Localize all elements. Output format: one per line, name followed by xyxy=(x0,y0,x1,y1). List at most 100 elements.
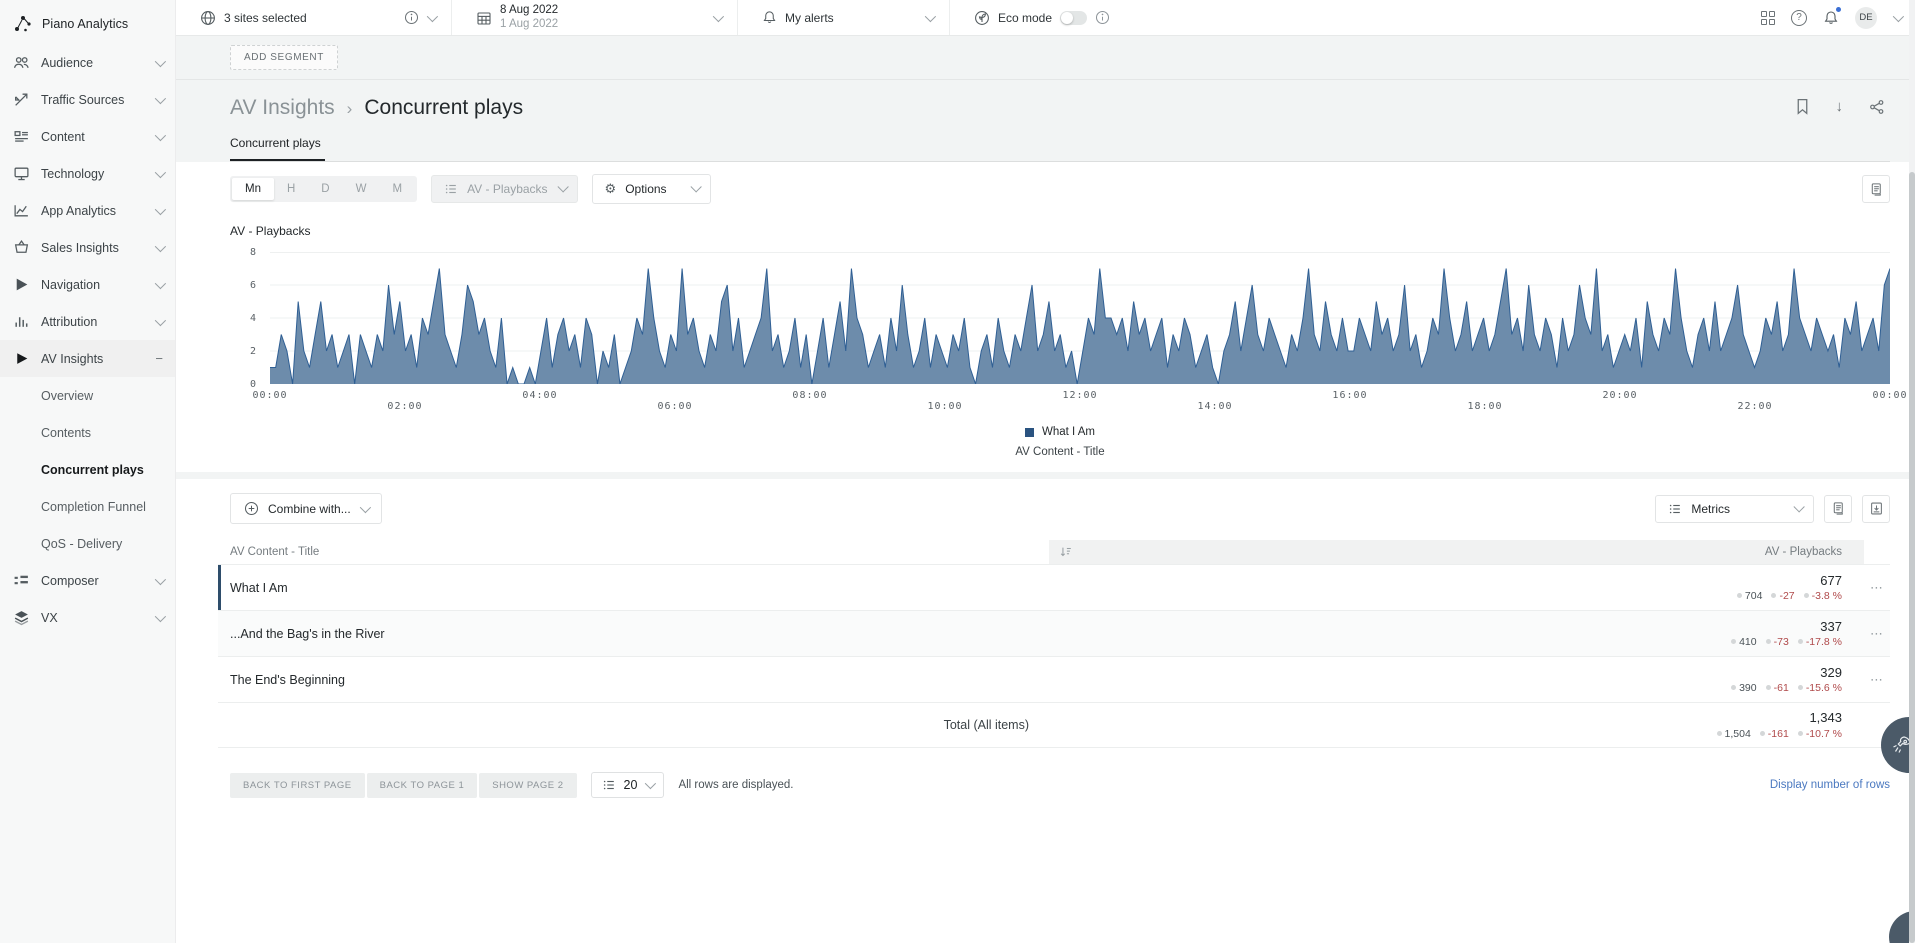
x-tick-label: 16:00 xyxy=(1332,390,1367,401)
area-chart-svg xyxy=(270,252,1890,384)
y-tick-label: 8 xyxy=(250,247,256,258)
notifications-bell[interactable] xyxy=(1823,10,1839,26)
metrics-dropdown[interactable]: Metrics xyxy=(1655,495,1814,523)
eco-mode-label: Eco mode xyxy=(998,11,1052,25)
display-number-of-rows-link[interactable]: Display number of rows xyxy=(1770,779,1890,791)
diff-value: -27 xyxy=(1779,590,1794,602)
traffic-sources-icon xyxy=(13,91,30,108)
bookmark-icon[interactable] xyxy=(1795,98,1810,115)
sidebar-item-attribution[interactable]: Attribution xyxy=(0,303,175,340)
table-report-button[interactable] xyxy=(1824,495,1852,523)
row-title[interactable]: What I Am xyxy=(218,581,1049,595)
x-tick-label: 04:00 xyxy=(522,390,557,401)
chevron-down-icon xyxy=(155,240,166,251)
chart-metric-dropdown[interactable]: AV - Playbacks xyxy=(431,175,577,203)
diff-value: -161 xyxy=(1768,728,1789,740)
sidebar-item-technology[interactable]: Technology xyxy=(0,155,175,192)
apps-grid-icon[interactable] xyxy=(1761,11,1775,25)
my-alerts-selector[interactable]: My alerts xyxy=(738,0,950,35)
show-page-2-button[interactable]: SHOW PAGE 2 xyxy=(479,773,576,798)
column-header-title[interactable]: AV Content - Title xyxy=(218,546,1049,558)
sort-desc-icon[interactable] xyxy=(1059,545,1073,559)
chevron-down-icon[interactable] xyxy=(713,10,724,21)
metric-value: 337 xyxy=(1049,619,1842,636)
sidebar-item-composer[interactable]: Composer xyxy=(0,562,175,599)
chevron-down-icon[interactable] xyxy=(427,10,438,21)
granularity-w[interactable]: W xyxy=(343,178,380,200)
options-dropdown[interactable]: ⚙ Options xyxy=(592,174,711,204)
add-segment-button[interactable]: ADD SEGMENT xyxy=(230,45,338,70)
table-export-button[interactable] xyxy=(1862,495,1890,523)
sidebar-item-completion-funnel[interactable]: Completion Funnel xyxy=(0,488,175,525)
row-options-icon[interactable]: ⋯ xyxy=(1864,626,1890,642)
sidebar-sub-label: Overview xyxy=(41,389,93,403)
row-title[interactable]: ...And the Bag's in the River xyxy=(218,627,1049,641)
combine-with-dropdown[interactable]: Combine with... xyxy=(230,493,382,524)
sites-selected-label: 3 sites selected xyxy=(224,11,307,25)
eco-leaf-icon xyxy=(974,10,990,26)
eco-mode-toggle[interactable] xyxy=(1060,11,1087,25)
sidebar-item-app-analytics[interactable]: App Analytics xyxy=(0,192,175,229)
chart-area[interactable] xyxy=(270,252,1890,384)
sidebar-item-audience[interactable]: Audience xyxy=(0,44,175,81)
rows-per-page-value: 20 xyxy=(624,778,638,792)
row-options-icon[interactable]: ⋯ xyxy=(1864,580,1890,596)
table-row[interactable]: What I Am 677 704-27-3.8 % ⋯ xyxy=(218,564,1890,610)
sidebar-item-overview[interactable]: Overview xyxy=(0,377,175,414)
chart-x-axis: 00:0002:0004:0006:0008:0010:0012:0014:00… xyxy=(270,384,1890,416)
chart-plot: 02468 xyxy=(230,252,1890,384)
page-title: Concurrent plays xyxy=(364,96,523,120)
download-icon[interactable]: ↓ xyxy=(1836,98,1844,115)
help-icon[interactable]: ? xyxy=(1791,10,1807,26)
sidebar-item-traffic-sources[interactable]: Traffic Sources xyxy=(0,81,175,118)
logo[interactable]: Piano Analytics xyxy=(0,8,175,44)
back-to-page-1-button[interactable]: BACK TO PAGE 1 xyxy=(367,773,478,798)
navigation-icon xyxy=(13,276,30,293)
sidebar-item-contents[interactable]: Contents xyxy=(0,414,175,451)
sidebar-item-av-insights[interactable]: AV Insights − xyxy=(0,340,175,377)
scrollbar-thumb[interactable] xyxy=(1909,172,1915,943)
row-title[interactable]: The End's Beginning xyxy=(218,673,1049,687)
column-header-metric[interactable]: AV - Playbacks xyxy=(1049,540,1864,564)
info-icon[interactable] xyxy=(1095,10,1110,25)
main-area: 3 sites selected 8 Aug 2022 1 Aug 2022 M… xyxy=(176,0,1915,943)
granularity-d[interactable]: D xyxy=(308,178,342,200)
row-options-icon[interactable]: ⋯ xyxy=(1864,672,1890,688)
x-tick-label: 18:00 xyxy=(1467,401,1502,412)
sidebar-item-content[interactable]: Content xyxy=(0,118,175,155)
date-range-selector[interactable]: 8 Aug 2022 1 Aug 2022 xyxy=(452,0,738,35)
sidebar-item-navigation[interactable]: Navigation xyxy=(0,266,175,303)
collapse-icon[interactable]: − xyxy=(155,351,163,366)
tab-concurrent-plays[interactable]: Concurrent plays xyxy=(230,136,325,161)
sidebar-item-sales-insights[interactable]: Sales Insights xyxy=(0,229,175,266)
table-row[interactable]: The End's Beginning 329 390-61-15.6 % ⋯ xyxy=(218,656,1890,702)
chevron-down-icon xyxy=(155,129,166,140)
granularity-mn[interactable]: Mn xyxy=(232,178,274,200)
chevron-down-icon[interactable] xyxy=(1893,10,1904,21)
chart-report-button[interactable] xyxy=(1862,175,1890,203)
user-avatar[interactable]: DE xyxy=(1855,7,1877,29)
table-row[interactable]: ...And the Bag's in the River 337 410-73… xyxy=(218,610,1890,656)
site-selector[interactable]: 3 sites selected xyxy=(176,0,452,35)
sidebar-item-concurrent-plays[interactable]: Concurrent plays xyxy=(0,451,175,488)
granularity-m[interactable]: M xyxy=(379,178,415,200)
info-icon[interactable] xyxy=(404,10,419,25)
compare-value: 390 xyxy=(1739,682,1757,694)
legend-series[interactable]: What I Am xyxy=(1025,426,1095,438)
calendar-icon xyxy=(476,10,492,26)
column-header-metric-label: AV - Playbacks xyxy=(1765,546,1842,558)
rows-per-page-dropdown[interactable]: 20 xyxy=(591,772,665,798)
breadcrumb-parent[interactable]: AV Insights xyxy=(230,96,335,120)
compare-value: 704 xyxy=(1745,590,1763,602)
page-scrollbar[interactable] xyxy=(1909,0,1915,943)
back-to-first-page-button[interactable]: BACK TO FIRST PAGE xyxy=(230,773,365,798)
sidebar-item-qos-delivery[interactable]: QoS - Delivery xyxy=(0,525,175,562)
granularity-h[interactable]: H xyxy=(274,178,308,200)
app-root: Piano Analytics Audience Traffic Sources… xyxy=(0,0,1915,943)
x-tick-label: 02:00 xyxy=(387,401,422,412)
sidebar-item-vx[interactable]: VX xyxy=(0,599,175,636)
diff-value: -61 xyxy=(1774,682,1789,694)
share-icon[interactable] xyxy=(1869,99,1885,115)
chevron-down-icon[interactable] xyxy=(925,10,936,21)
table-toolbar: Combine with... Metrics xyxy=(230,493,1890,524)
